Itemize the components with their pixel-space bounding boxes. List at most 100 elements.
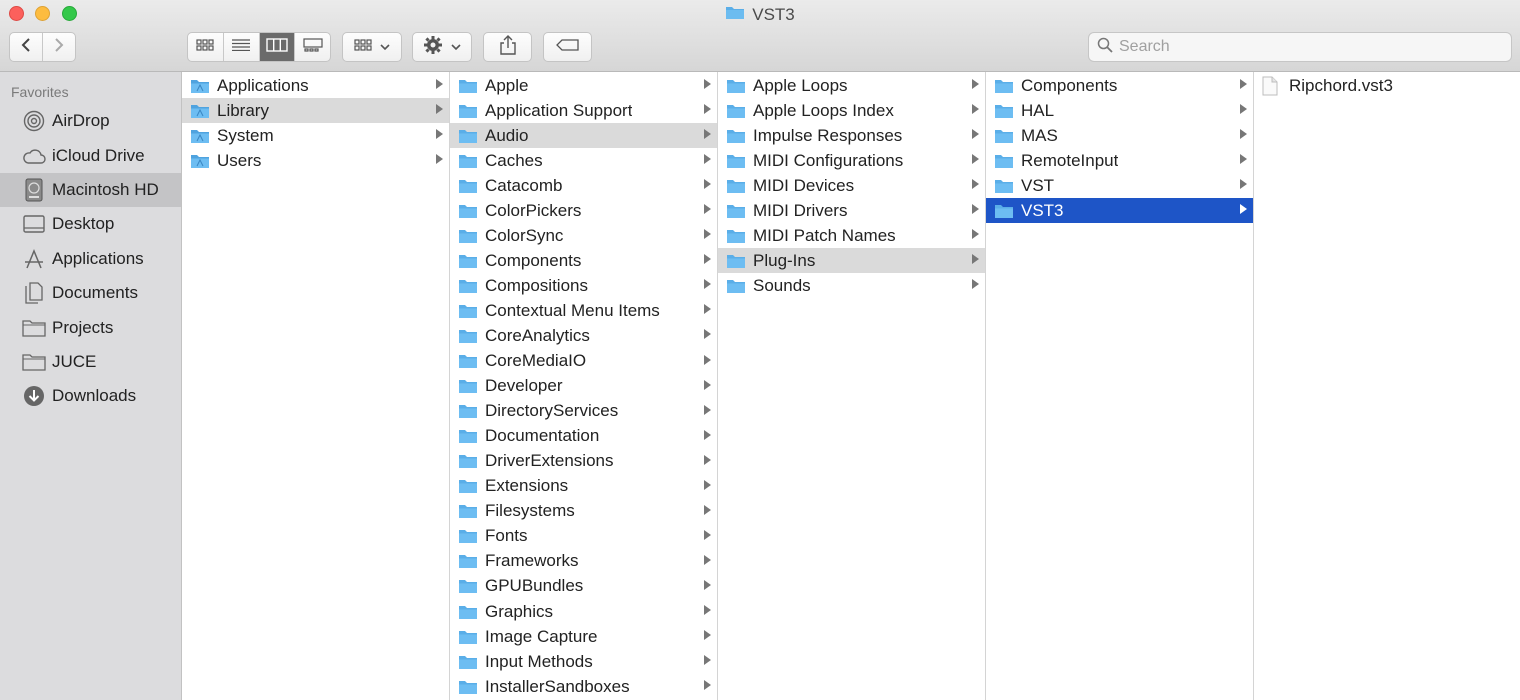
folder-row-vst[interactable]: VST bbox=[986, 173, 1253, 198]
sidebar-item-projects[interactable]: Projects bbox=[0, 310, 181, 344]
folder-row-library[interactable]: Library bbox=[182, 98, 449, 124]
group-by-button[interactable] bbox=[342, 32, 402, 62]
sidebar-item-downloads[interactable]: Downloads bbox=[0, 379, 181, 413]
airdrop-icon bbox=[22, 109, 46, 133]
browser-column-3[interactable]: Apple Loops Apple Loops Index Impulse Resp… bbox=[718, 72, 986, 700]
disclosure-arrow-icon bbox=[704, 429, 711, 440]
back-button[interactable] bbox=[10, 33, 43, 61]
folder-row-midi-configurations[interactable]: MIDI Configurations bbox=[718, 148, 985, 173]
folder-row-catacomb[interactable]: Catacomb bbox=[450, 173, 717, 198]
folder-row-audio[interactable]: Audio bbox=[450, 123, 717, 149]
folder-row-contextual-menu-items[interactable]: Contextual Menu Items bbox=[450, 298, 717, 323]
folder-row-coreanalytics[interactable]: CoreAnalytics bbox=[450, 323, 717, 348]
item-label: CoreMediaIO bbox=[485, 351, 587, 371]
folder-row-fonts[interactable]: Fonts bbox=[450, 524, 717, 549]
folder-row-extensions[interactable]: Extensions bbox=[450, 474, 717, 499]
folder-row-coremediaio[interactable]: CoreMediaIO bbox=[450, 349, 717, 374]
folder-row-midi-patch-names[interactable]: MIDI Patch Names bbox=[718, 223, 985, 248]
disclosure-arrow-icon bbox=[972, 204, 979, 215]
action-menu-button[interactable] bbox=[412, 32, 472, 62]
sidebar-item-label: Macintosh HD bbox=[52, 179, 159, 199]
folder-row-compositions[interactable]: Compositions bbox=[450, 273, 717, 298]
item-label: Developer bbox=[485, 376, 563, 396]
sidebar-item-label: Documents bbox=[52, 283, 138, 303]
folder-row-hal[interactable]: HAL bbox=[986, 98, 1253, 123]
sidebar-item-juce[interactable]: JUCE bbox=[0, 345, 181, 379]
folder-row-plug-ins[interactable]: Plug-Ins bbox=[718, 248, 985, 274]
search-field[interactable] bbox=[1088, 32, 1512, 62]
tags-button[interactable] bbox=[543, 32, 592, 62]
folder-row-remoteinput[interactable]: RemoteInput bbox=[986, 148, 1253, 173]
folder-row-vst3[interactable]: VST3 bbox=[986, 198, 1253, 224]
folder-row-impulse-responses[interactable]: Impulse Responses bbox=[718, 123, 985, 148]
icon-view-button[interactable] bbox=[188, 33, 224, 61]
folder-row-components[interactable]: Components bbox=[986, 73, 1253, 98]
sidebar-item-applications[interactable]: Applications bbox=[0, 242, 181, 276]
folder-row-colorsync[interactable]: ColorSync bbox=[450, 223, 717, 248]
item-label: MIDI Configurations bbox=[753, 150, 904, 170]
folder-row-filesystems[interactable]: Filesystems bbox=[450, 499, 717, 524]
column-view-button[interactable] bbox=[259, 33, 296, 61]
folder-row-apple-loops-index[interactable]: Apple Loops Index bbox=[718, 98, 985, 123]
folder-row-users[interactable]: Users bbox=[182, 148, 449, 173]
folder-row-input-methods[interactable]: Input Methods bbox=[450, 649, 717, 674]
folder-row-mas[interactable]: MAS bbox=[986, 123, 1253, 148]
folder-row-midi-drivers[interactable]: MIDI Drivers bbox=[718, 198, 985, 223]
gear-icon bbox=[423, 35, 443, 60]
folder-row-caches[interactable]: Caches bbox=[450, 148, 717, 173]
item-label: Applications bbox=[217, 75, 309, 95]
folder-row-midi-devices[interactable]: MIDI Devices bbox=[718, 173, 985, 198]
folder-row-applications[interactable]: Applications bbox=[182, 73, 449, 98]
folder-row-apple[interactable]: Apple bbox=[450, 73, 717, 98]
folder-row-sounds[interactable]: Sounds bbox=[718, 273, 985, 298]
disclosure-arrow-icon bbox=[972, 254, 979, 265]
folder-icon bbox=[994, 128, 1014, 144]
folder-row-installersandboxes[interactable]: InstallerSandboxes bbox=[450, 674, 717, 699]
browser-column-4[interactable]: Components HAL MAS RemoteInput VST VST3 bbox=[986, 72, 1254, 700]
sidebar-item-icloud-drive[interactable]: iCloud Drive bbox=[0, 138, 181, 172]
columns-icon bbox=[266, 37, 288, 57]
gallery-view-button[interactable] bbox=[295, 33, 330, 61]
gallery-icon bbox=[303, 37, 323, 57]
sidebar-item-documents[interactable]: Documents bbox=[0, 276, 181, 310]
folder-row-apple-loops[interactable]: Apple Loops bbox=[718, 73, 985, 98]
sidebar-item-desktop[interactable]: Desktop bbox=[0, 207, 181, 241]
browser-column-2[interactable]: Apple Application Support Audio Caches Catac… bbox=[450, 72, 718, 700]
browser-column-1[interactable]: Applications Library System Users bbox=[182, 72, 450, 700]
folder-row-components[interactable]: Components bbox=[450, 248, 717, 273]
disclosure-arrow-icon bbox=[1240, 179, 1247, 190]
folder-row-developer[interactable]: Developer bbox=[450, 374, 717, 399]
folder-icon bbox=[458, 378, 478, 394]
sidebar-item-airdrop[interactable]: AirDrop bbox=[0, 104, 181, 138]
folder-icon bbox=[458, 428, 478, 444]
folder-row-gpubundles[interactable]: GPUBundles bbox=[450, 574, 717, 599]
disclosure-arrow-icon bbox=[436, 129, 443, 140]
folder-row-system[interactable]: System bbox=[182, 123, 449, 148]
sidebar-item-macintosh-hd[interactable]: Macintosh HD bbox=[0, 172, 181, 208]
folder-row-colorpickers[interactable]: ColorPickers bbox=[450, 198, 717, 223]
folder-row-graphics[interactable]: Graphics bbox=[450, 599, 717, 624]
item-label: Components bbox=[1021, 75, 1118, 95]
disclosure-arrow-icon bbox=[436, 154, 443, 165]
sidebar-item-label: AirDrop bbox=[52, 111, 110, 131]
disclosure-arrow-icon bbox=[436, 79, 443, 89]
disclosure-arrow-icon bbox=[704, 680, 711, 691]
folder-row-documentation[interactable]: Documentation bbox=[450, 424, 717, 449]
list-view-button[interactable] bbox=[224, 33, 260, 61]
grid-icon bbox=[196, 38, 214, 56]
disclosure-arrow-icon bbox=[704, 304, 711, 315]
folder-row-directoryservices[interactable]: DirectoryServices bbox=[450, 399, 717, 424]
share-button[interactable] bbox=[483, 32, 532, 62]
folder-icon bbox=[458, 353, 478, 369]
item-label: Library bbox=[217, 100, 269, 120]
file-row-ripchord-vst3[interactable]: Ripchord.vst3 bbox=[1254, 73, 1520, 98]
folder-row-frameworks[interactable]: Frameworks bbox=[450, 549, 717, 574]
forward-button[interactable] bbox=[43, 33, 75, 61]
folder-icon bbox=[994, 78, 1014, 94]
browser-column-5[interactable]: Ripchord.vst3 bbox=[1254, 72, 1520, 700]
folder-row-image-capture[interactable]: Image Capture bbox=[450, 624, 717, 649]
folder-row-driverextensions[interactable]: DriverExtensions bbox=[450, 449, 717, 474]
item-label: Catacomb bbox=[485, 175, 563, 195]
search-input[interactable] bbox=[1119, 38, 1499, 56]
folder-row-application-support[interactable]: Application Support bbox=[450, 98, 717, 123]
